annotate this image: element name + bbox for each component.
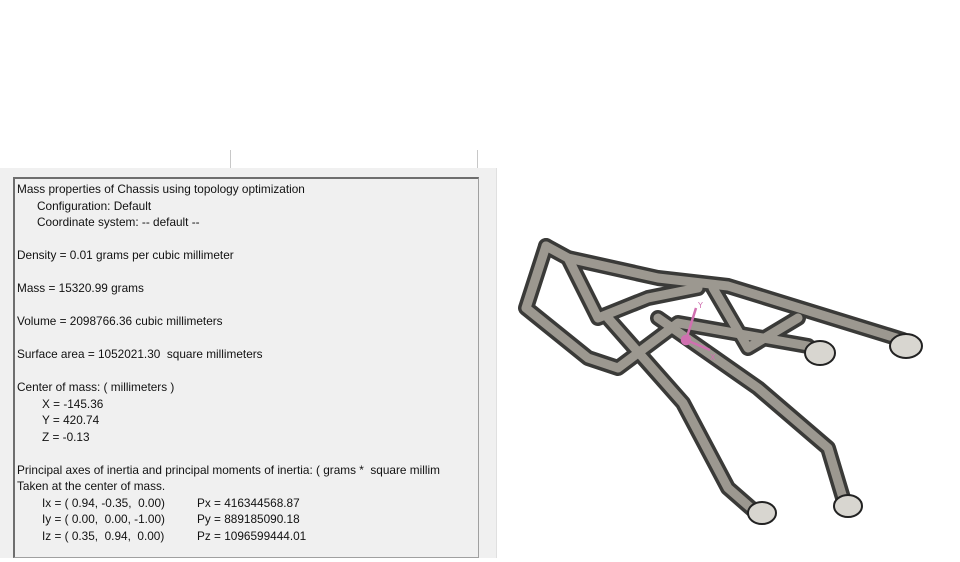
center-of-mass-header: Center of mass: ( millimeters )	[17, 380, 175, 394]
principal-row: Ix = ( 0.94, -0.35, 0.00) Px = 416344568.…	[17, 495, 478, 512]
principal-note: Taken at the center of mass.	[17, 479, 166, 493]
model-bushing	[747, 501, 777, 525]
model-bushing	[889, 333, 923, 359]
principal-header: Principal axes of inertia and principal …	[17, 462, 440, 477]
principal-row: Iz = ( 0.35, 0.94, 0.00) Pz = 1096599444.…	[17, 528, 478, 545]
axis-ix: Ix = ( 0.94, -0.35, 0.00)	[42, 495, 165, 510]
moment-py: Py = 889185090.18	[197, 512, 300, 526]
density: Density = 0.01 grams per cubic millimete…	[17, 248, 234, 262]
axis-iz: Iz = ( 0.35, 0.94, 0.00)	[42, 528, 165, 543]
moment-pz: Pz = 1096599444.01	[197, 528, 307, 543]
mass: Mass = 15320.99 grams	[17, 281, 144, 295]
moment-px: Px = 416344568.87	[197, 495, 300, 510]
com-y: Y = 420.74	[42, 413, 100, 427]
configuration: Configuration: Default	[37, 198, 152, 213]
model-bushing	[833, 494, 863, 518]
report-title: Mass properties of Chassis using topolog…	[17, 182, 305, 196]
triad-label-y: Y	[697, 301, 703, 310]
surface-area: Surface area = 1052021.30 square millime…	[17, 347, 263, 361]
coordinate-system: Coordinate system: -- default --	[37, 215, 200, 229]
volume: Volume = 2098766.36 cubic millimeters	[17, 314, 223, 328]
model-viewport[interactable]: Y X	[498, 168, 960, 558]
mass-properties-report[interactable]: Mass properties of Chassis using topolog…	[13, 177, 479, 558]
axis-iy: Iy = ( 0.00, 0.00, -1.00)	[42, 512, 165, 526]
options-field[interactable]	[230, 150, 478, 169]
model-bushing	[804, 340, 836, 366]
principal-row: Iy = ( 0.00, 0.00, -1.00) Py = 889185090.…	[17, 511, 478, 528]
triad-label-x: X	[710, 353, 716, 362]
com-z: Z = -0.13	[42, 429, 90, 444]
com-x: X = -145.36	[42, 396, 104, 411]
chassis-model: Y X	[518, 238, 923, 525]
